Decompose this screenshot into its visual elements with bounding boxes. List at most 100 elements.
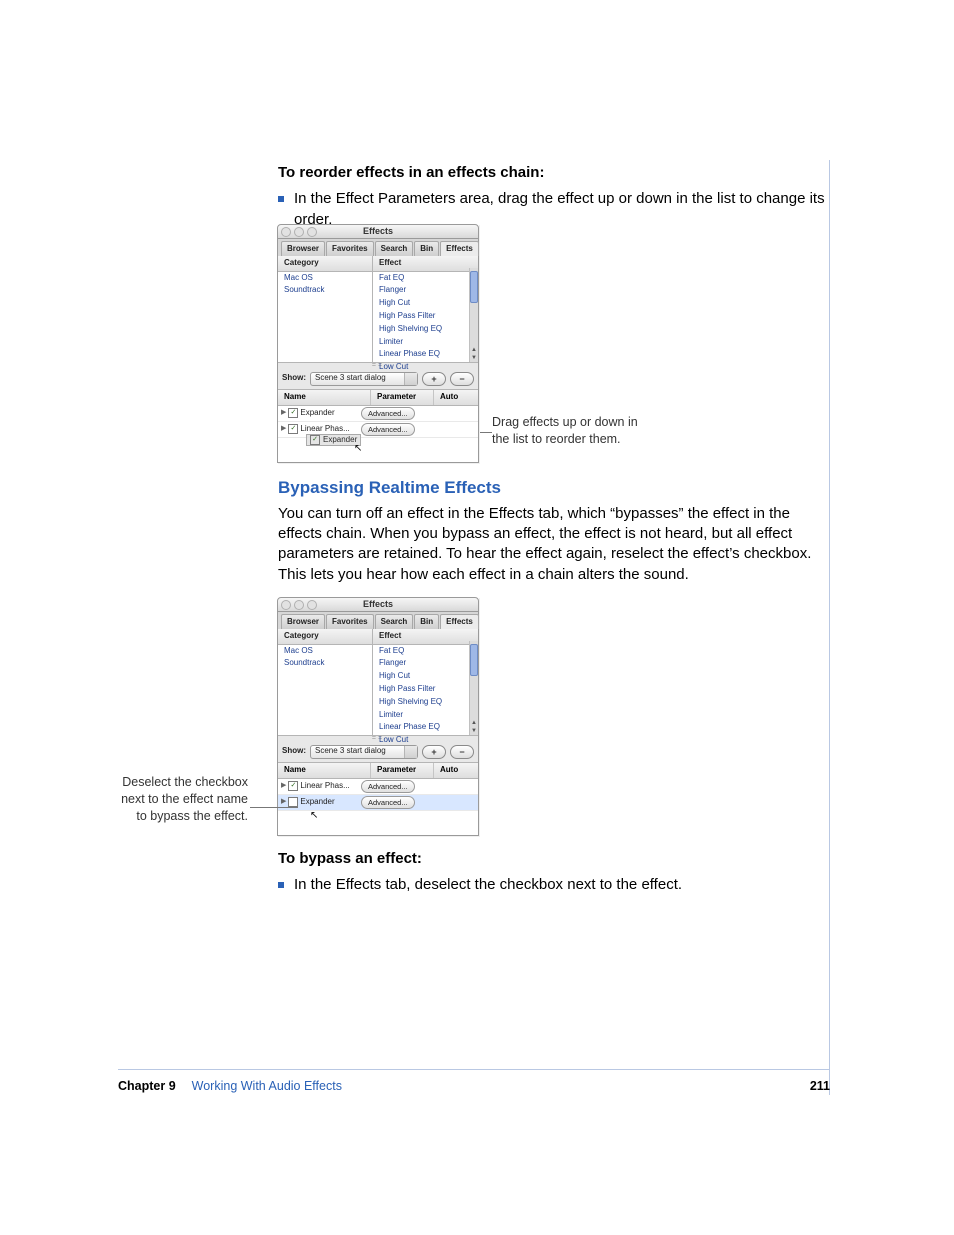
list-item[interactable]: Linear Phase EQ <box>373 348 470 361</box>
list-item[interactable]: Mac OS <box>278 272 372 285</box>
list-item[interactable]: High Pass Filter <box>373 683 470 696</box>
window-title: Effects <box>278 225 478 237</box>
footer-chapter: Chapter 9 <box>118 1078 176 1095</box>
bypass-howto-block: To bypass an effect: In the Effects tab,… <box>278 849 828 896</box>
disclosure-icon[interactable]: ▶ <box>281 408 286 417</box>
list-item[interactable]: Fat EQ <box>373 272 470 285</box>
scrollbar-thumb[interactable] <box>470 271 478 303</box>
window-titlebar: Effects <box>277 597 479 612</box>
col-name: Name <box>278 763 371 778</box>
bypass-heading: Bypassing Realtime Effects <box>278 477 828 500</box>
callout-drag: Drag effects up or down in the list to r… <box>492 414 642 448</box>
show-popup[interactable]: Scene 3 start dialog ▲▼ <box>310 372 418 386</box>
effect-row[interactable]: ▶ Expander Advanced... <box>278 795 478 811</box>
list-item[interactable]: High Shelving EQ <box>373 696 470 709</box>
show-label: Show: <box>282 373 306 384</box>
advanced-button[interactable]: Advanced... <box>361 423 415 436</box>
popup-caret-icon: ▲▼ <box>407 373 414 385</box>
column-header-category: Category <box>278 256 372 272</box>
callout-leader-line <box>480 432 492 433</box>
window-title: Effects <box>278 598 478 610</box>
category-list[interactable]: Mac OS Soundtrack <box>278 272 372 298</box>
effect-name: Expander <box>300 408 334 419</box>
effect-checkbox[interactable] <box>288 797 298 807</box>
tab-bin[interactable]: Bin <box>414 241 439 256</box>
page-footer: Chapter 9 Working With Audio Effects 211 <box>118 1069 830 1095</box>
col-auto: Auto <box>434 763 478 778</box>
tab-favorites[interactable]: Favorites <box>326 614 374 629</box>
disclosure-icon[interactable]: ▶ <box>281 781 286 790</box>
callout-deselect: Deselect the checkbox next to the effect… <box>118 774 248 825</box>
list-item[interactable]: High Cut <box>373 297 470 310</box>
params-header: Name Parameter Auto <box>278 763 478 779</box>
tab-search[interactable]: Search <box>375 241 414 256</box>
bypass-body: You can turn off an effect in the Effect… <box>278 504 828 585</box>
scrollbar[interactable]: ▲ ▼ <box>469 641 478 735</box>
column-header-category: Category <box>278 629 372 645</box>
tab-effects[interactable]: Effects <box>440 614 479 629</box>
footer-page-number: 211 <box>810 1078 830 1095</box>
page-margin-rule <box>829 160 830 1095</box>
advanced-button[interactable]: Advanced... <box>361 796 415 809</box>
scroll-up-icon[interactable]: ▲ <box>470 719 478 727</box>
effect-checkbox[interactable]: ✓ <box>288 408 298 418</box>
list-item[interactable]: Limiter <box>373 336 470 349</box>
tab-bar: Browser Favorites Search Bin Effects <box>277 612 479 629</box>
effect-name: Expander <box>300 797 334 808</box>
list-item[interactable]: High Pass Filter <box>373 310 470 323</box>
bypass-section: Bypassing Realtime Effects You can turn … <box>278 477 828 585</box>
drag-ghost: ✓ Expander <box>306 434 361 447</box>
category-list[interactable]: Mac OS Soundtrack <box>278 645 372 671</box>
effect-list[interactable]: Fat EQ Flanger High Cut High Pass Filter… <box>373 645 478 747</box>
bullet-icon <box>278 882 284 888</box>
col-auto: Auto <box>434 390 478 405</box>
disclosure-icon[interactable]: ▶ <box>281 797 286 806</box>
bypass-howto-text: In the Effects tab, deselect the checkbo… <box>294 875 682 895</box>
show-popup-value: Scene 3 start dialog <box>315 746 386 757</box>
screenshot-bypass: Effects Browser Favorites Search Bin Eff… <box>277 597 479 836</box>
list-item[interactable]: Soundtrack <box>278 284 372 297</box>
list-item[interactable]: High Cut <box>373 670 470 683</box>
scrollbar-thumb[interactable] <box>470 644 478 676</box>
reorder-heading: To reorder effects in an effects chain: <box>278 163 828 183</box>
cursor-icon: ↖ <box>354 442 362 456</box>
params-header: Name Parameter Auto <box>278 390 478 406</box>
bypass-howto-bullet: In the Effects tab, deselect the checkbo… <box>278 875 828 895</box>
cursor-icon: ↖ <box>310 809 318 823</box>
list-item[interactable]: Flanger <box>373 284 470 297</box>
scroll-down-icon[interactable]: ▼ <box>470 354 478 362</box>
show-popup[interactable]: Scene 3 start dialog ▲▼ <box>310 745 418 759</box>
scroll-down-icon[interactable]: ▼ <box>470 727 478 735</box>
disclosure-icon[interactable]: ▶ <box>281 424 286 433</box>
tab-favorites[interactable]: Favorites <box>326 241 374 256</box>
list-item[interactable]: Linear Phase EQ <box>373 721 470 734</box>
effect-row[interactable]: ▶✓Linear Phas... Advanced... <box>278 779 478 795</box>
list-item[interactable]: Flanger <box>373 657 470 670</box>
effect-checkbox[interactable]: ✓ <box>288 781 298 791</box>
effect-row[interactable]: ▶✓Expander Advanced... <box>278 406 478 422</box>
effect-checkbox[interactable]: ✓ <box>288 424 298 434</box>
scroll-up-icon[interactable]: ▲ <box>470 346 478 354</box>
show-label: Show: <box>282 746 306 757</box>
tab-bin[interactable]: Bin <box>414 614 439 629</box>
bullet-icon <box>278 196 284 202</box>
tab-browser[interactable]: Browser <box>281 241 325 256</box>
reorder-heading-block: To reorder effects in an effects chain: … <box>278 163 828 230</box>
tab-search[interactable]: Search <box>375 614 414 629</box>
advanced-button[interactable]: Advanced... <box>361 407 415 420</box>
scrollbar[interactable]: ▲ ▼ <box>469 268 478 362</box>
list-item[interactable]: Limiter <box>373 709 470 722</box>
tab-effects[interactable]: Effects <box>440 241 479 256</box>
list-item[interactable]: Soundtrack <box>278 657 372 670</box>
list-item[interactable]: High Shelving EQ <box>373 323 470 336</box>
callout-leader-line <box>250 807 298 808</box>
list-item[interactable]: Fat EQ <box>373 645 470 658</box>
window-titlebar: Effects <box>277 224 479 239</box>
show-popup-value: Scene 3 start dialog <box>315 373 386 384</box>
effect-list[interactable]: Fat EQ Flanger High Cut High Pass Filter… <box>373 272 478 374</box>
col-param: Parameter <box>371 390 434 405</box>
popup-caret-icon: ▲▼ <box>407 746 414 758</box>
list-item[interactable]: Mac OS <box>278 645 372 658</box>
tab-browser[interactable]: Browser <box>281 614 325 629</box>
advanced-button[interactable]: Advanced... <box>361 780 415 793</box>
